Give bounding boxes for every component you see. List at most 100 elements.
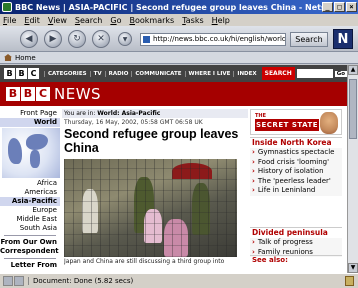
bbc-news-header: B B C NEWS: [0, 82, 347, 106]
close-button[interactable]: ×: [346, 2, 357, 12]
nav-categories[interactable]: CATEGORIES: [44, 70, 90, 77]
location-dropdown-button[interactable]: ▼: [118, 32, 132, 46]
divided-peninsula-box: Divided peninsula Talk of progress Famil…: [250, 227, 342, 257]
nav-divider: [4, 235, 56, 236]
section-heading: Inside North Korea: [250, 137, 342, 148]
related-link[interactable]: Gymnastics spectacle: [250, 148, 342, 158]
reload-button[interactable]: ↻: [68, 30, 86, 48]
security-lock-icon[interactable]: [345, 276, 354, 286]
menu-tasks[interactable]: Tasks: [182, 16, 203, 25]
forward-arrow-icon: ▶: [49, 34, 57, 44]
news-logo-letter: B: [21, 87, 35, 101]
bbc-logo-letter: B: [16, 68, 27, 79]
bbc-search-label: SEARCH: [261, 67, 295, 80]
leader-portrait: [320, 112, 338, 134]
bbc-logo-letter: B: [4, 68, 15, 79]
forward-button[interactable]: ▶: [44, 30, 62, 48]
nav-front-page[interactable]: Front Page: [0, 109, 60, 118]
menu-bookmarks[interactable]: Bookmarks: [129, 16, 174, 25]
menu-go[interactable]: Go: [110, 16, 121, 25]
menu-help[interactable]: Help: [212, 16, 230, 25]
article-photo: [64, 159, 237, 257]
nav-europe[interactable]: Europe: [0, 206, 60, 215]
minimize-button[interactable]: _: [322, 2, 333, 12]
page-favicon-icon: [143, 36, 150, 43]
menu-file[interactable]: File: [3, 16, 16, 25]
url-text: http://news.bbc.co.uk/hi/english/world/a…: [153, 35, 286, 43]
status-taskbar-icon[interactable]: [14, 276, 24, 286]
photo-fence: [64, 159, 237, 257]
menu-edit[interactable]: Edit: [24, 16, 40, 25]
nav-tv[interactable]: TV: [89, 70, 105, 77]
status-bar: Document: Done (5.82 secs): [0, 273, 358, 288]
menu-bar: File Edit View Search Go Bookmarks Tasks…: [0, 14, 358, 26]
news-logo-letter: B: [6, 87, 20, 101]
menu-view[interactable]: View: [48, 16, 67, 25]
page-content: B B C CATEGORIES TV RADIO COMMUNICATE WH…: [0, 65, 347, 273]
see-also-heading: See also:: [250, 255, 342, 264]
left-navigation: Front Page World Africa Americas Asia-Pa…: [0, 106, 60, 273]
inside-north-korea-box: Inside North Korea Gymnastics spectacle …: [250, 137, 342, 196]
nav-letter-from[interactable]: Letter From: [0, 261, 60, 270]
related-link[interactable]: History of isolation: [250, 167, 342, 177]
nav-from-our-own[interactable]: From Our Own: [0, 238, 60, 247]
vertical-scrollbar[interactable]: ▲ ▼: [347, 65, 358, 273]
nav-radio[interactable]: RADIO: [104, 70, 132, 77]
status-connection-icon: [3, 276, 13, 286]
reload-icon: ↻: [73, 34, 81, 44]
section-heading: Divided peninsula: [250, 227, 342, 238]
nav-index[interactable]: INDEX: [233, 70, 259, 77]
maximize-button[interactable]: □: [334, 2, 345, 12]
nav-americas[interactable]: Americas: [0, 188, 60, 197]
nav-asia-pacific[interactable]: Asia-Pacific: [0, 197, 60, 206]
menu-search[interactable]: Search: [75, 16, 102, 25]
nav-correspondent[interactable]: Correspondent: [0, 247, 60, 256]
home-icon[interactable]: [4, 54, 12, 61]
netscape-logo-icon[interactable]: N: [333, 29, 353, 49]
article-dateline: Thursday, 16 May, 2002, 05:58 GMT 06:58 …: [64, 119, 203, 126]
url-field[interactable]: http://news.bbc.co.uk/hi/english/world/a…: [140, 33, 286, 46]
news-logo-letter: C: [36, 87, 50, 101]
breadcrumb-path[interactable]: World: Asia-Pacific: [97, 110, 160, 117]
bbc-go-button[interactable]: Go: [334, 70, 347, 77]
scroll-up-icon[interactable]: ▲: [348, 65, 358, 75]
news-wordmark: NEWS: [54, 85, 102, 103]
bbc-news-logo[interactable]: B B C: [6, 87, 51, 101]
nav-south-asia[interactable]: South Asia: [0, 224, 60, 233]
nav-middle-east[interactable]: Middle East: [0, 215, 60, 224]
related-link[interactable]: Food crisis 'looming': [250, 158, 342, 168]
nav-africa[interactable]: Africa: [0, 179, 60, 188]
bbc-logo[interactable]: B B C: [4, 68, 40, 79]
bbc-top-nav: B B C CATEGORIES TV RADIO COMMUNICATE WH…: [0, 65, 347, 82]
search-label: Search: [295, 35, 323, 44]
status-text: Document: Done (5.82 secs): [28, 277, 133, 285]
stop-button[interactable]: ✕: [92, 30, 110, 48]
related-link[interactable]: Talk of progress: [250, 238, 342, 248]
secret-state-banner[interactable]: THE SECRET STATE: [250, 109, 342, 135]
personal-toolbar: Home: [0, 52, 358, 64]
home-link[interactable]: Home: [15, 54, 36, 62]
related-link[interactable]: Life in Leninland: [250, 186, 342, 196]
back-arrow-icon: ◀: [25, 34, 33, 44]
banner-title: SECRET STATE: [255, 119, 319, 131]
navigation-toolbar: ◀ ▶ ↻ ✕ ▼ http://news.bbc.co.uk/hi/engli…: [0, 26, 358, 52]
nav-where-i-live[interactable]: WHERE I LIVE: [184, 70, 234, 77]
article-headline: Second refugee group leaves China: [64, 127, 239, 155]
bbc-logo-letter: C: [28, 68, 39, 79]
chevron-down-icon: ▼: [122, 35, 128, 43]
bbc-search-input[interactable]: [296, 69, 333, 78]
back-button[interactable]: ◀: [20, 30, 38, 48]
nav-divider: [4, 258, 56, 259]
stop-icon: ✕: [97, 34, 105, 44]
photo-caption: Japan and China are still discussing a t…: [64, 258, 225, 265]
breadcrumb-label: You are in:: [64, 110, 96, 117]
nav-communicate[interactable]: COMMUNICATE: [131, 70, 184, 77]
nav-world[interactable]: World: [0, 118, 60, 127]
related-link[interactable]: The 'peerless leader': [250, 177, 342, 187]
scroll-thumb[interactable]: [349, 79, 357, 139]
title-bar: BBC News | ASIA-PACIFIC | Second refugee…: [0, 0, 358, 14]
world-globe-icon: [2, 128, 60, 178]
netscape-app-icon: [2, 2, 12, 12]
scroll-down-icon[interactable]: ▼: [348, 263, 358, 273]
search-button[interactable]: Search: [290, 32, 328, 47]
